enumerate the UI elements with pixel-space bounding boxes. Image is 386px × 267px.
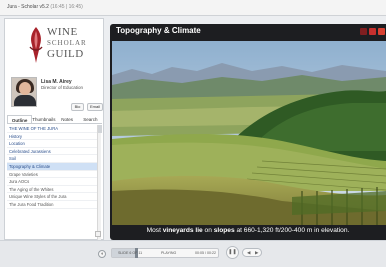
outline-item-aging-of-the-whites[interactable]: The Aging of the Whites bbox=[7, 186, 98, 194]
tab-notes[interactable]: Notes bbox=[56, 115, 79, 123]
presenter-title: Director of Education bbox=[41, 85, 84, 90]
outline-scroll-thumb[interactable] bbox=[98, 125, 102, 133]
tab-search[interactable]: Search bbox=[79, 115, 102, 123]
slide-navigation: ◀ ▶ bbox=[242, 248, 262, 257]
logo-mark-icon bbox=[29, 27, 43, 63]
outline-item-history[interactable]: History bbox=[7, 133, 98, 141]
volume-icon[interactable]: ◖ bbox=[98, 250, 106, 258]
slide-title: Topography & Climate bbox=[116, 26, 201, 35]
progress-bar[interactable]: SLIDE 6 OF 11 PLAYING 00:05 / 00:22 bbox=[111, 248, 219, 258]
outline-item-grape-varieties[interactable]: Grape Varieties bbox=[7, 171, 98, 179]
email-button[interactable]: Email bbox=[87, 103, 103, 111]
title-meta: (16:45 | 16:45) bbox=[50, 4, 83, 10]
logo-word-scholar: SCHOLAR bbox=[47, 39, 87, 47]
outline-list: THE WINE OF THE JURA History Location Ce… bbox=[7, 125, 98, 209]
logo-word-guild: GUILD bbox=[47, 48, 84, 60]
outline-item-celebrated-jurassiens[interactable]: Celebrated Jurassiens bbox=[7, 148, 98, 156]
outline-item-jura-aocs[interactable]: Jura AOCs bbox=[7, 178, 98, 186]
playback-bar: ◖ SLIDE 6 OF 11 PLAYING 00:05 / 00:22 ❚❚… bbox=[0, 240, 386, 267]
window-title: Jura - Scholar v5.2 (16:45 | 16:45) bbox=[7, 4, 83, 10]
next-slide-icon[interactable]: ▶ bbox=[255, 250, 258, 256]
close-icon[interactable] bbox=[378, 28, 385, 35]
minimize-icon[interactable] bbox=[360, 28, 367, 35]
time-readout: 00:05 / 00:22 bbox=[195, 251, 216, 255]
app-window: Jura - Scholar v5.2 (16:45 | 16:45) WINE… bbox=[0, 0, 386, 267]
tab-thumbnails[interactable]: Thumbnails bbox=[32, 115, 55, 123]
slide-panel: Topography & Climate Most vineyards lie … bbox=[110, 24, 386, 240]
sidebar-tabs: Outline Thumbnails Notes Search bbox=[7, 115, 102, 124]
vineyard-landscape-image bbox=[112, 41, 386, 225]
previous-slide-icon[interactable]: ◀ bbox=[247, 250, 250, 256]
resize-handle-icon[interactable] bbox=[95, 231, 101, 237]
wine-scholar-guild-logo: WINE SCHOLAR GUILD bbox=[27, 23, 97, 69]
sidebar: WINE SCHOLAR GUILD Lisa M. Airey Directo… bbox=[4, 18, 104, 255]
outline-item-location[interactable]: Location bbox=[7, 140, 98, 148]
outline-item-topography-climate[interactable]: Topography & Climate bbox=[7, 162, 98, 171]
slide-caption: Most vineyards lie on slopes at 660-1,32… bbox=[146, 227, 350, 234]
outline-item-unique-wine-styles[interactable]: Unique Wine Styles of the Jura bbox=[7, 193, 98, 201]
outline-item-soil[interactable]: Soil bbox=[7, 155, 98, 163]
outline-item-the-wine-of-the-jura[interactable]: THE WINE OF THE JURA bbox=[7, 125, 98, 133]
outline-item-jura-food-tradition[interactable]: The Jura Food Tradition bbox=[7, 201, 98, 209]
bio-button[interactable]: Bio bbox=[71, 103, 84, 111]
title-bar: Jura - Scholar v5.2 (16:45 | 16:45) bbox=[0, 0, 386, 16]
play-pause-button[interactable]: ❚❚ bbox=[226, 246, 239, 259]
presenter-photo bbox=[11, 77, 37, 107]
slide-counter: SLIDE 6 OF 11 bbox=[118, 251, 143, 255]
maximize-icon[interactable] bbox=[369, 28, 376, 35]
app-title: Jura - Scholar v5.2 bbox=[7, 4, 49, 10]
logo-word-wine: WINE bbox=[47, 26, 78, 38]
tab-outline[interactable]: Outline bbox=[7, 115, 33, 123]
playback-status: PLAYING bbox=[161, 251, 177, 255]
